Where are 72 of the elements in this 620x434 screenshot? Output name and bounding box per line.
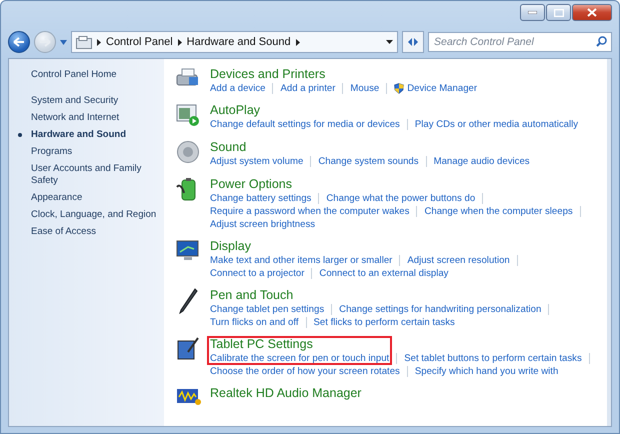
task-link[interactable]: Require a password when the computer wakes [210, 205, 410, 218]
breadcrumb[interactable]: Control Panel [106, 36, 173, 48]
forward-arrow-icon [39, 37, 51, 47]
chevron-icon [97, 38, 101, 46]
category-title[interactable]: Realtek HD Audio Manager [210, 386, 362, 401]
pen-icon [176, 288, 200, 314]
sidebar-item[interactable]: Ease of Access [31, 226, 96, 238]
address-bar[interactable]: Control Panel Hardware and Sound [71, 31, 398, 53]
chevron-icon [296, 38, 300, 46]
breadcrumb[interactable]: Hardware and Sound [186, 36, 291, 48]
category-title[interactable]: AutoPlay [210, 103, 260, 118]
task-link[interactable]: Device Manager [394, 82, 478, 95]
task-link[interactable]: Change battery settings [210, 192, 312, 205]
task-link[interactable]: Adjust screen resolution [407, 254, 510, 267]
close-button[interactable] [572, 4, 612, 21]
maximize-icon [554, 8, 564, 16]
task-link[interactable]: Change tablet pen settings [210, 303, 324, 316]
sidebar-item[interactable]: User Accounts and Family Safety [31, 163, 164, 187]
task-link[interactable]: Mouse [350, 82, 380, 95]
task-link[interactable]: Change what the power buttons do [326, 192, 476, 205]
task-link[interactable]: Connect to a projector [210, 267, 304, 280]
sidebar-item[interactable]: Hardware and Sound [31, 129, 126, 141]
task-link[interactable]: Calibrate the screen for pen or touch input [210, 352, 390, 365]
sidebar-item[interactable]: Clock, Language, and Region [31, 209, 156, 221]
sidebar-item[interactable]: Appearance [31, 192, 82, 204]
monitor-icon [176, 239, 200, 263]
minimize-button[interactable] [520, 4, 545, 21]
category-title[interactable]: Power Options [210, 177, 292, 192]
task-link[interactable]: Set tablet buttons to perform certain tasks [404, 352, 582, 365]
task-link[interactable]: Connect to an external display [319, 267, 448, 280]
task-link[interactable]: Change default settings for media or devices [210, 118, 400, 131]
speaker-icon [176, 140, 200, 164]
sidebar-item[interactable]: Network and Internet [31, 112, 120, 124]
shield-icon [394, 83, 404, 94]
task-link[interactable]: Add a device [210, 82, 266, 95]
media-window-icon [176, 103, 200, 127]
task-link[interactable]: Change system sounds [318, 155, 419, 168]
task-link[interactable]: Adjust screen brightness [210, 218, 316, 231]
task-link[interactable]: Make text and other items larger or smaller [210, 254, 392, 267]
sidebar-item[interactable]: Programs [31, 146, 72, 158]
back-button[interactable] [8, 31, 30, 53]
task-link[interactable]: Specify which hand you write with [414, 365, 558, 378]
task-link[interactable]: Set flicks to perform certain tasks [314, 316, 455, 329]
category-title[interactable]: Sound [210, 140, 246, 155]
refresh-icon [406, 36, 420, 48]
task-link[interactable]: Adjust system volume [210, 155, 304, 168]
task-link[interactable]: Choose the order of how your screen rotates [210, 365, 400, 378]
refresh-button[interactable] [402, 31, 424, 53]
chevron-icon [178, 38, 182, 46]
dropdown-caret-icon[interactable] [386, 40, 393, 44]
minimize-icon [528, 11, 537, 14]
waveform-icon [176, 386, 202, 406]
maximize-button[interactable] [546, 4, 571, 21]
tablet-icon [176, 337, 200, 361]
sidebar-item[interactable]: System and Security [31, 95, 118, 107]
control-panel-icon [76, 36, 92, 48]
bullet-icon [18, 133, 22, 137]
task-link[interactable]: Change settings for handwriting personalization [339, 303, 542, 316]
category-title[interactable]: Display [210, 239, 251, 254]
search-field[interactable]: Search Control Panel [428, 32, 612, 52]
category-title[interactable]: Devices and Printers [210, 67, 326, 82]
task-link[interactable]: Add a printer [280, 82, 336, 95]
category-title[interactable]: Pen and Touch [210, 288, 294, 303]
task-link[interactable]: Manage audio devices [434, 155, 530, 168]
task-link[interactable]: Turn flicks on and off [210, 316, 299, 329]
task-link[interactable]: Change when the computer sleeps [424, 205, 573, 218]
close-icon [587, 8, 597, 17]
search-icon [596, 36, 607, 47]
sidebar-link[interactable]: Control Panel Home [31, 69, 117, 81]
back-arrow-icon [13, 37, 25, 47]
category-title[interactable]: Tablet PC Settings [210, 337, 313, 352]
task-link[interactable]: Play CDs or other media automatically [414, 118, 578, 131]
